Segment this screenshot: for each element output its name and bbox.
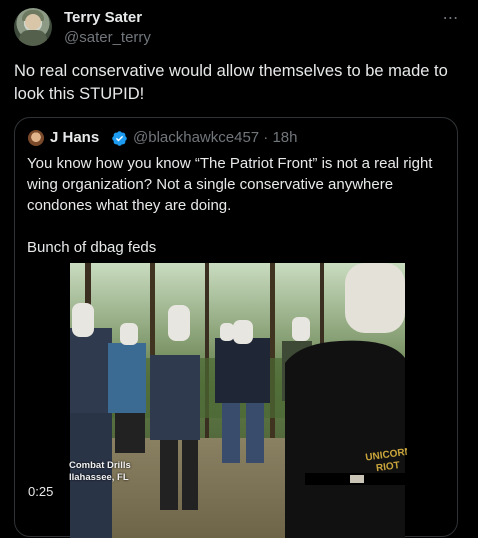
author-display-name[interactable]: Terry Sater xyxy=(64,9,142,26)
tweet-text: No real conservative would allow themsel… xyxy=(14,62,448,103)
more-options-icon[interactable]: ⋯ xyxy=(440,8,462,28)
quoted-author-handle-time[interactable]: @blackhawkce457 · 18h xyxy=(133,129,298,146)
video-caption-line: llahassee, FL xyxy=(69,472,129,483)
verified-badge-icon xyxy=(112,131,127,146)
video-thumbnail xyxy=(70,263,405,538)
video-player[interactable] xyxy=(70,263,405,538)
video-caption: Combat Drills llahassee, FL xyxy=(69,460,131,484)
unicorn-riot-logo: UNICORN RIOT xyxy=(365,446,407,474)
quoted-author-avatar[interactable] xyxy=(28,130,44,146)
video-caption-line: Combat Drills xyxy=(69,460,131,471)
quoted-tweet-text: You know how you know “The Patriot Front… xyxy=(27,153,447,258)
author-handle[interactable]: @sater_terry xyxy=(64,29,151,46)
svg-text:RIOT: RIOT xyxy=(375,460,400,474)
quoted-text-line: You know how you know “The Patriot Front… xyxy=(27,155,433,214)
author-avatar[interactable] xyxy=(14,8,52,46)
video-duration: 0:25 xyxy=(28,484,54,499)
quoted-author-display-name[interactable]: J Hans xyxy=(50,129,99,146)
quoted-text-line: Bunch of dbag feds xyxy=(27,239,157,256)
